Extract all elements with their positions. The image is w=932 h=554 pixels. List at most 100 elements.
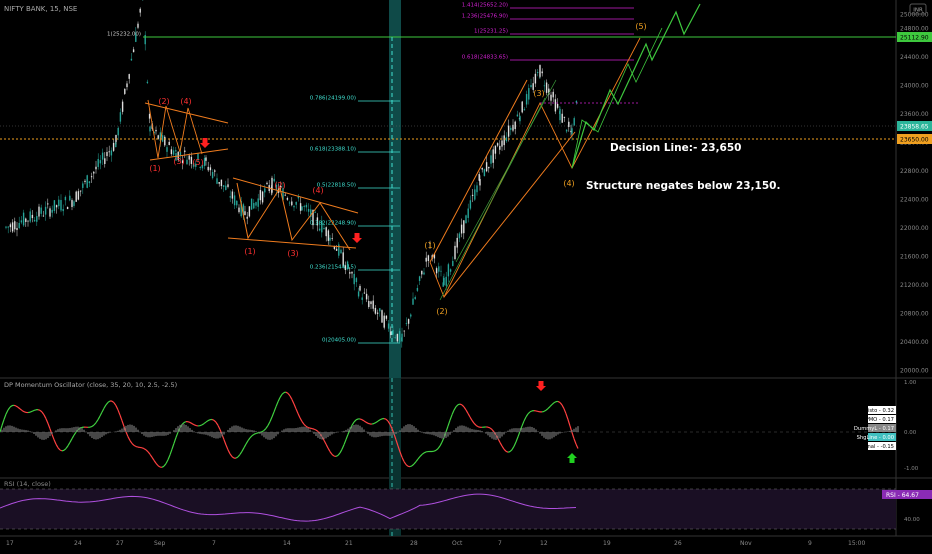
wave-label: (5) — [635, 22, 646, 31]
price-tick-label: 20400.00 — [900, 339, 929, 346]
wave-label: (1) — [244, 247, 255, 256]
candle-body — [140, 9, 141, 13]
pmo-segment — [90, 426, 92, 427]
pmo-segment — [188, 422, 190, 423]
candle-body — [395, 337, 396, 338]
time-tick-label: Nov — [740, 540, 752, 547]
pmo-segment — [384, 419, 386, 420]
candle-body — [131, 59, 132, 61]
osc-legend-label: DummyL - 0.17 — [854, 426, 894, 432]
candle-body — [115, 135, 116, 142]
candle-body — [329, 238, 330, 241]
price-tick-label: 20800.00 — [900, 311, 929, 318]
price-tick-label: 22800.00 — [900, 168, 929, 175]
candle-body — [111, 150, 112, 155]
candle-body — [300, 203, 301, 211]
pmo-segment — [256, 433, 258, 434]
candle-body — [576, 101, 577, 103]
pmo-segment — [136, 447, 138, 448]
pmo-segment — [34, 410, 36, 411]
candle-body — [95, 167, 96, 170]
candle-body — [158, 135, 159, 139]
price-tick-label: 24800.00 — [900, 26, 929, 33]
wave-label: (4) — [563, 179, 574, 188]
candle-body — [58, 200, 59, 207]
candle-body — [457, 238, 458, 248]
candle-body — [564, 117, 565, 118]
candle-body — [104, 158, 105, 164]
candle-body — [340, 250, 341, 253]
candle-body — [84, 181, 85, 182]
candle-body — [508, 126, 509, 137]
osc-legend-label: PMO - 0.17 — [866, 417, 894, 423]
candle-body — [65, 197, 66, 200]
fib-level-label: 0.618(24833.65) — [462, 55, 508, 61]
candle-body — [373, 301, 374, 309]
candle-body — [225, 186, 226, 190]
candle-body — [60, 200, 61, 210]
candle-body — [10, 224, 11, 227]
wave-label: (3) — [533, 89, 544, 98]
candle-body — [421, 271, 422, 275]
fib-level-label: 1.414(25652.20) — [462, 3, 508, 9]
candle-body — [530, 85, 531, 87]
candle-body — [423, 273, 424, 275]
candle-body — [41, 208, 42, 214]
fib-level-label: 0(20405.00) — [322, 338, 356, 344]
fib-level-label: 1(25232.00) — [107, 32, 141, 38]
candle-body — [364, 293, 365, 294]
candle-body — [102, 153, 103, 160]
pmo-segment — [254, 433, 256, 434]
candle-body — [476, 185, 477, 192]
candle-body — [484, 169, 485, 176]
candle-body — [260, 190, 261, 200]
pmo-segment — [38, 410, 40, 411]
candle-body — [129, 74, 130, 79]
candle-body — [379, 308, 380, 311]
candle-body — [255, 202, 256, 205]
candle-body — [149, 127, 150, 132]
time-tick-label: 21 — [345, 540, 353, 547]
candle-body — [221, 180, 222, 186]
pmo-segment — [508, 452, 510, 453]
candle-body — [25, 219, 26, 222]
candle-body — [501, 140, 502, 146]
candle-body — [73, 201, 74, 206]
candle-body — [515, 122, 516, 129]
chart-canvas[interactable]: 1.414(25652.20)1.236(25476.90)1(25231.25… — [0, 0, 932, 550]
candle-body — [537, 72, 538, 73]
pmo-segment — [488, 427, 490, 428]
candle-body — [308, 209, 309, 212]
currency-label: INR — [913, 8, 923, 14]
candle-body — [326, 227, 327, 236]
candle-body — [301, 207, 302, 211]
candle-body — [137, 24, 138, 28]
price-tick-label: 24400.00 — [900, 54, 929, 61]
candle-body — [539, 65, 540, 77]
candle-body — [249, 206, 250, 216]
candle-body — [351, 272, 352, 274]
candle-body — [38, 207, 39, 217]
candle-body — [474, 189, 475, 199]
candle-body — [332, 238, 333, 239]
candle-body — [32, 215, 33, 218]
candle-body — [401, 334, 402, 342]
oscillator-title: DP Momentum Oscillator (close, 35, 20, 1… — [4, 381, 177, 389]
candle-body — [164, 137, 165, 146]
candle-body — [169, 142, 170, 145]
candle-body — [171, 149, 172, 154]
candle-body — [408, 319, 409, 324]
candle-body — [145, 35, 146, 44]
time-tick-label: 7 — [498, 540, 502, 547]
candle-body — [120, 112, 121, 121]
candle-body — [404, 331, 405, 332]
candle-body — [232, 192, 233, 199]
candle-body — [486, 162, 487, 171]
candle-body — [71, 200, 72, 207]
candle-body — [204, 158, 205, 166]
pmo-segment — [184, 422, 186, 423]
candle-body — [443, 278, 444, 285]
pmo-segment — [30, 411, 32, 412]
candle-body — [14, 221, 15, 229]
price-tick-label: 21200.00 — [900, 282, 929, 289]
